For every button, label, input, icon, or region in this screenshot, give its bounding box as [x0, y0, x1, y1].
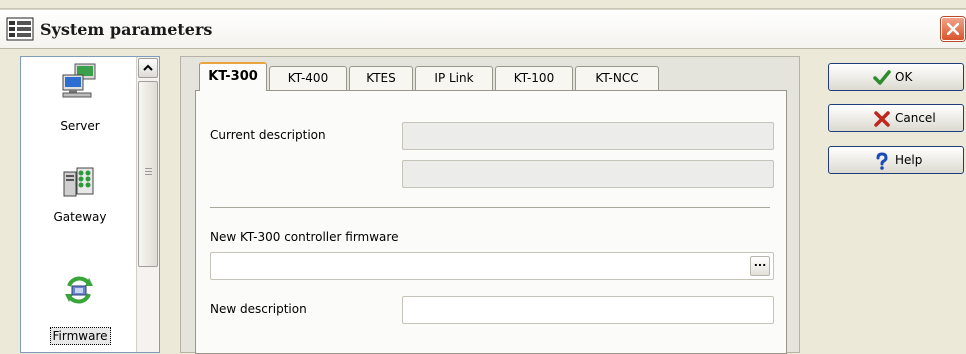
tab-kt-300[interactable]: KT-300: [199, 62, 267, 91]
tab-label: IP Link: [434, 71, 474, 85]
browse-button[interactable]: ...: [750, 256, 770, 276]
gateway-icon: [61, 164, 97, 200]
background-window-strip: [0, 0, 966, 9]
nav-item-label: Gateway: [53, 210, 107, 224]
tab-label: KT-100: [513, 71, 555, 85]
new-firmware-label: New KT-300 controller firmware: [210, 230, 399, 244]
chevron-up-icon: [143, 64, 153, 71]
close-icon: [947, 23, 959, 35]
server-icon: [61, 63, 97, 99]
nav-item-firmware[interactable]: Firmware: [21, 242, 139, 352]
nav-item-label: Server: [60, 119, 100, 133]
kt-300-tab-panel: Current description New KT-300 controlle…: [195, 90, 787, 354]
tab-ktes[interactable]: KTES: [349, 66, 413, 90]
nav-scrollbar[interactable]: [136, 57, 159, 352]
tab-kt-100[interactable]: KT-100: [495, 66, 573, 90]
title-bar: System parameters: [0, 9, 966, 49]
nav-item-label: Firmware: [49, 327, 111, 345]
system-parameters-icon: [6, 16, 34, 42]
tab-label: KT-400: [287, 71, 329, 85]
scroll-thumb[interactable]: [138, 81, 158, 267]
checkmark-icon: [873, 70, 891, 85]
scroll-up-button[interactable]: [138, 58, 158, 78]
firmware-icon: [61, 272, 97, 308]
tab-label: KTES: [366, 71, 396, 85]
new-description-input[interactable]: [402, 296, 774, 324]
tab-label: KT-300: [208, 69, 258, 84]
close-button[interactable]: [941, 17, 965, 41]
nav-item-server[interactable]: Server: [21, 57, 139, 152]
ok-label: OK: [895, 70, 913, 84]
firmware-file-input[interactable]: [210, 252, 774, 280]
ok-button[interactable]: OK: [828, 63, 964, 91]
question-mark-icon: [876, 152, 888, 170]
grip-icon: [145, 168, 152, 177]
current-description-line1: [402, 122, 774, 150]
tab-label: KT-NCC: [595, 71, 639, 85]
new-description-label: New description: [210, 302, 307, 316]
separator: [210, 207, 770, 208]
current-description-label: Current description: [210, 128, 326, 142]
window-title: System parameters: [40, 20, 213, 39]
settings-panel: KT-300 KT-400 KTES IP Link KT-100 KT-NCC…: [180, 56, 800, 354]
tab-kt-400[interactable]: KT-400: [269, 66, 347, 90]
cancel-x-icon: [874, 111, 890, 127]
current-description-line2: [402, 160, 774, 188]
nav-item-gateway[interactable]: Gateway: [21, 152, 139, 242]
help-button[interactable]: Help: [828, 146, 964, 174]
tab-kt-ncc[interactable]: KT-NCC: [575, 66, 659, 90]
category-list: Server Gateway Firmware: [20, 56, 160, 353]
help-label: Help: [895, 153, 923, 167]
cancel-button[interactable]: Cancel: [828, 104, 964, 132]
cancel-label: Cancel: [895, 111, 936, 125]
tab-ip-link[interactable]: IP Link: [415, 66, 493, 90]
